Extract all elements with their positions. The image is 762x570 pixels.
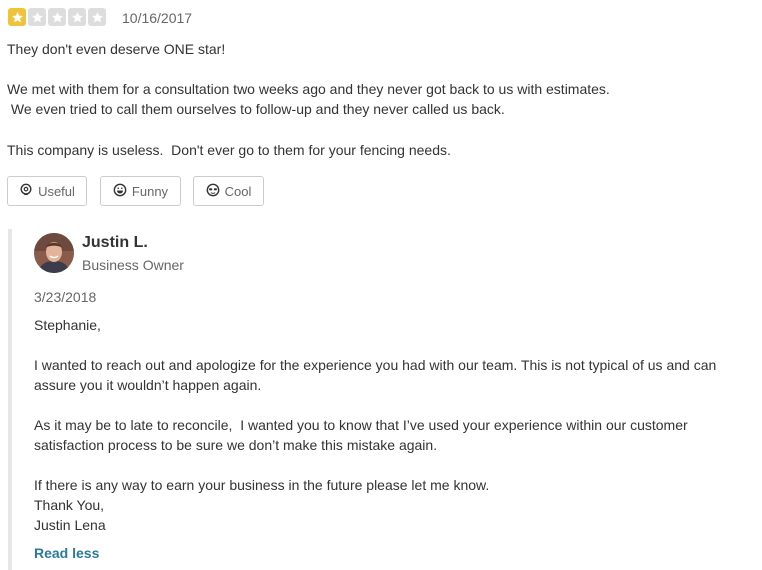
star-icon [28,8,46,26]
review-headline: They don't even deserve ONE star! [7,41,226,57]
response-text-line: I wanted to reach out and apologize for … [34,357,717,373]
funny-label: Funny [131,183,169,199]
response-divider [8,229,12,570]
cool-label: Cool [224,183,252,199]
review-text-line: This company is useless. Don't ever go t… [7,142,451,158]
star-rating [8,8,106,26]
star-icon [68,8,86,26]
read-less-link[interactable]: Read less [34,543,99,563]
response-text-line: If there is any way to earn your busines… [34,477,490,493]
review-date: 10/16/2017 [122,10,193,26]
funny-button[interactable]: Funny [100,176,181,206]
smiley-icon [113,183,127,200]
review-text-line: We met with them for a consultation two … [7,81,610,97]
sunglasses-icon [206,183,220,200]
response-date: 3/23/2018 [34,289,97,305]
response-text-line: Justin Lena [34,517,106,533]
star-icon [48,8,66,26]
lightbulb-icon [19,183,33,200]
owner-name[interactable]: Justin L. [82,233,148,253]
star-icon [8,8,26,26]
review-text-line: We even tried to call them ourselves to … [7,101,505,117]
owner-avatar [34,233,74,273]
useful-label: Useful [38,183,75,199]
response-text-line: Thank You, [34,497,105,513]
useful-button[interactable]: Useful [7,176,87,206]
response-text-line: satisfaction process to be sure we don’t… [34,437,438,453]
cool-button[interactable]: Cool [193,176,264,206]
owner-role: Business Owner [82,257,184,273]
response-text-line: As it may be to late to reconcile, I wan… [34,417,688,433]
star-icon [88,8,106,26]
response-text-line: assure you it wouldn’t happen again. [34,377,262,393]
response-text-line: Stephanie, [34,317,101,333]
